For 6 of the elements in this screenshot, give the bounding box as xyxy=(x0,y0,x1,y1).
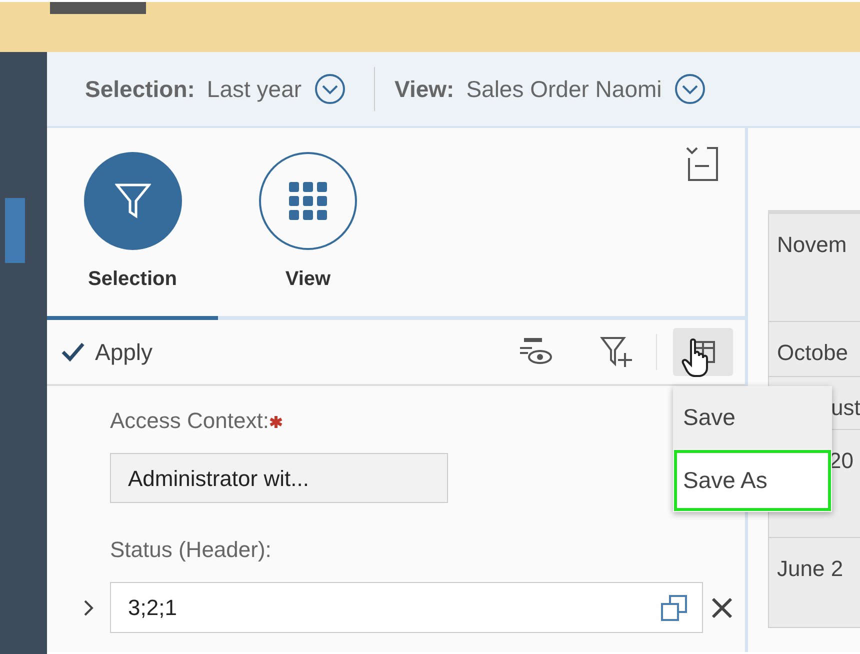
field-label: Status (Header): xyxy=(110,536,272,564)
table-cell: Octobe xyxy=(768,322,860,377)
context-label: View: xyxy=(394,74,454,104)
context-label: Selection: xyxy=(85,74,195,104)
table-cell: Novem xyxy=(768,214,860,322)
table-cell: June 2 xyxy=(768,538,860,628)
